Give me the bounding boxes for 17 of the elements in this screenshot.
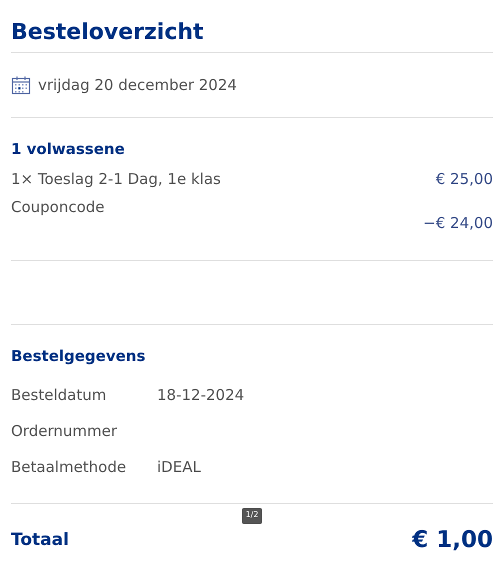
detail-label: Besteldatum [11,386,108,404]
line-item-label: 1× Toeslag 2-1 Dag, 1e klas [11,170,221,188]
section-heading: 1 volwassene [11,140,126,158]
page-indicator: 1/2 [242,508,262,524]
section-heading: Bestelgegevens [11,347,146,365]
detail-value: iDEAL [157,458,201,476]
total-label: Totaal [11,530,69,550]
detail-value: 18-12-2024 [157,386,244,404]
price: € 25,00 [436,170,493,188]
line-item-label: Couponcode [11,198,105,216]
total-amount: € 1,00 [412,527,493,553]
page-title: Besteloverzicht [11,19,205,47]
calendar-icon [11,75,31,95]
date-text: vrijdag 20 december 2024 [38,76,237,94]
detail-label: Ordernummer [11,422,118,440]
detail-label: Betaalmethode [11,458,128,476]
price: −€ 24,00 [423,214,493,232]
